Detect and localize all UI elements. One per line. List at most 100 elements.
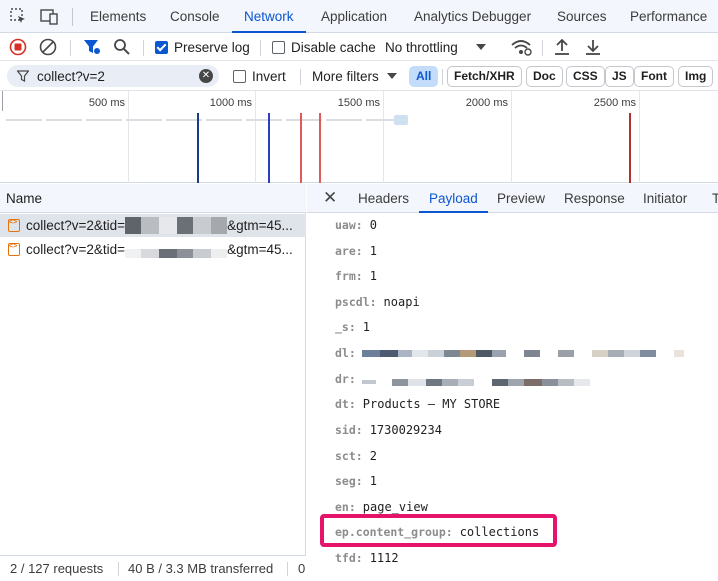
payload-param-row[interactable]: are: 1 [335, 240, 377, 262]
disable-cache-checkbox[interactable]: Disable cache [272, 33, 376, 61]
filter-pill-font[interactable]: Font [634, 66, 674, 87]
separator [442, 69, 443, 85]
grid-line [383, 91, 384, 183]
export-har-button[interactable] [585, 33, 601, 61]
close-icon[interactable]: ✕ [323, 189, 337, 207]
device-toolbar-icon[interactable] [40, 8, 59, 28]
payload-param-row[interactable]: seg: 1 [335, 470, 377, 492]
filter-pill-js[interactable]: JS [605, 66, 634, 87]
throttling-value: No throttling [385, 39, 458, 55]
param-key: sct: [335, 449, 363, 463]
separator [260, 40, 261, 56]
throttling-select[interactable]: No throttling [385, 33, 486, 61]
payload-param-row[interactable]: sct: 2 [335, 445, 377, 467]
clear-button[interactable] [39, 33, 57, 61]
payload-param-row[interactable]: frm: 1 [335, 265, 377, 287]
param-key: pscdl: [335, 295, 377, 309]
preserve-log-checkbox[interactable]: Preserve log [155, 33, 250, 61]
funnel-icon [17, 70, 29, 82]
payload-param-row[interactable]: pscdl: noapi [335, 291, 420, 313]
payload-param-row[interactable]: dr: [335, 368, 590, 390]
redacted-url [361, 378, 590, 386]
payload-param-row[interactable]: uaw: 0 [335, 214, 377, 236]
tab-application[interactable]: Application [321, 0, 387, 33]
redacted-block [141, 249, 160, 258]
tab-sources[interactable]: Sources [557, 0, 607, 33]
filter-pill-doc[interactable]: Doc [526, 66, 563, 87]
clear-icon [39, 38, 57, 56]
grid-line [639, 91, 640, 183]
filter-pill-img[interactable]: Img [678, 66, 714, 87]
invert-checkbox[interactable]: Invert [233, 61, 286, 91]
record-stop-icon [9, 38, 27, 56]
tab-separator [72, 8, 73, 26]
redacted-block [141, 217, 160, 234]
tab-payload[interactable]: Payload [419, 184, 488, 213]
filter-pill-fetch-xhr[interactable]: Fetch/XHR [447, 66, 522, 87]
redacted-block [159, 249, 178, 258]
tab-preview[interactable]: Preview [497, 184, 545, 213]
tab-response[interactable]: Response [564, 184, 625, 213]
payload-param-row[interactable]: dt: Products – MY STORE [335, 393, 500, 415]
tab-initiator[interactable]: Initiator [643, 184, 687, 213]
search-icon [114, 39, 130, 55]
filter-toggle[interactable] [83, 33, 101, 61]
separator [542, 40, 543, 56]
search-button[interactable] [113, 33, 131, 61]
tab-elements[interactable]: Elements [90, 0, 146, 33]
tab-headers[interactable]: Headers [358, 184, 409, 213]
tab-analytics-debugger[interactable]: Analytics Debugger [414, 0, 531, 33]
more-filters-dropdown[interactable]: More filters [312, 61, 397, 91]
tab-console[interactable]: Console [170, 0, 220, 33]
tick-label: 500 ms [88, 97, 125, 109]
import-har-button[interactable] [554, 33, 570, 61]
filter-pill-css[interactable]: CSS [566, 66, 605, 87]
payload-param-row-highlighted[interactable]: ep.content_group: collections [335, 521, 539, 543]
payload-param-row[interactable]: _s: 1 [335, 316, 370, 338]
record-button[interactable] [9, 33, 27, 61]
redacted-block [211, 217, 228, 234]
param-key: frm: [335, 269, 363, 283]
separator [118, 562, 119, 576]
param-key: ep.content_group: [335, 525, 453, 539]
param-value: 0 [369, 218, 377, 232]
redacted-block [125, 217, 142, 234]
request-row[interactable]: collect?v=2&tid= &gtm=45... [0, 214, 306, 237]
tab-network[interactable]: Network [232, 0, 306, 33]
filter-text: collect?v=2 [37, 68, 105, 84]
filter-pill-all[interactable]: All [409, 66, 439, 87]
filter-input[interactable]: collect?v=2 ✕ [7, 65, 219, 87]
param-key: dl: [335, 346, 356, 360]
status-overflow: 0 [298, 561, 306, 576]
timeline-request-bar [394, 115, 408, 125]
element-picker-icon[interactable] [10, 8, 27, 28]
param-value: 2 [369, 449, 377, 463]
param-value: 1 [362, 320, 371, 334]
param-value: collections [459, 525, 540, 539]
dom-content-loaded-marker [197, 113, 199, 183]
grid-line [511, 91, 512, 183]
param-key: uaw: [335, 218, 363, 232]
payload-param-row[interactable]: sid: 1730029234 [335, 419, 442, 441]
timeline-bar [6, 119, 406, 121]
redacted-block [193, 249, 212, 258]
checkbox-unchecked-icon [233, 69, 246, 83]
redacted-block [159, 217, 178, 234]
network-overview-timeline[interactable]: 500 ms 1000 ms 1500 ms 2000 ms 2500 ms [0, 91, 718, 183]
request-row[interactable]: collect?v=2&tid= &gtm=45... [0, 238, 306, 261]
payload-param-row[interactable]: tfd: 1112 [335, 547, 399, 569]
param-key: _s: [335, 320, 356, 334]
transferred-size: 40 B / 3.3 MB transferred [128, 561, 274, 576]
tab-performance[interactable]: Performance [630, 0, 707, 33]
network-conditions-button[interactable] [510, 33, 532, 61]
request-name-prefix: collect?v=2&tid= [26, 218, 126, 233]
timeline-handle[interactable] [2, 91, 3, 111]
preserve-log-label: Preserve log [174, 39, 250, 55]
name-column-header[interactable]: Name [0, 184, 306, 213]
payload-param-row[interactable]: dl: [335, 342, 684, 364]
clear-filter-icon[interactable]: ✕ [199, 69, 213, 83]
tick-label: 2000 ms [465, 97, 508, 109]
redacted-url [361, 349, 684, 357]
tab-timing[interactable]: T [712, 184, 718, 213]
request-count: 2 / 127 requests [10, 561, 104, 576]
